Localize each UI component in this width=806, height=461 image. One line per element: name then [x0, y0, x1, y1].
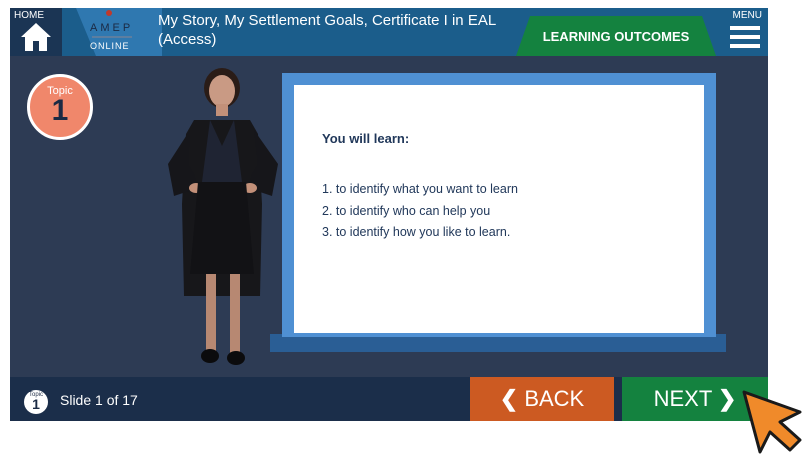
next-label: NEXT — [653, 386, 712, 411]
board-heading: You will learn: — [322, 131, 410, 146]
learning-item: 1. to identify what you want to learn — [322, 182, 518, 196]
topic-badge-number: 1 — [51, 94, 69, 127]
chevron-left-icon: ❮ — [499, 386, 519, 411]
chevron-right-icon: ❯ — [717, 386, 737, 411]
learning-list: 1. to identify what you want to learn 2.… — [322, 179, 518, 244]
back-button[interactable]: ❮ BACK — [470, 377, 614, 421]
learning-item: 3. to identify how you like to learn. — [322, 225, 511, 239]
learning-item: 2. to identify who can help you — [322, 203, 491, 218]
app-frame: HOME AMEP ONLINE My Story, My Settlement… — [10, 8, 768, 421]
home-button[interactable]: HOME — [10, 8, 62, 56]
home-icon — [21, 23, 51, 51]
home-label: HOME — [14, 10, 44, 21]
topic-badge: Topic 1 — [27, 74, 93, 140]
footer-bar: Topic 1 Slide 1 of 17 ❮ BACK NEXT ❯ — [10, 377, 768, 421]
learning-outcomes-tab[interactable]: LEARNING OUTCOMES — [516, 16, 716, 56]
menu-label: MENU — [732, 10, 762, 21]
menu-button[interactable]: MENU — [720, 8, 768, 56]
header-bar: HOME AMEP ONLINE My Story, My Settlement… — [10, 8, 768, 56]
slide-counter: Slide 1 of 17 — [60, 392, 138, 408]
back-label: BACK — [524, 386, 585, 411]
topic-mini-badge: Topic 1 — [24, 390, 48, 414]
presentation-board: You will learn: 1. to identify what you … — [282, 73, 716, 337]
logo-text-top: AMEP — [90, 22, 134, 34]
topic-mini-number: 1 — [32, 396, 40, 412]
page-title: My Story, My Settlement Goals, Certifica… — [158, 12, 496, 48]
logo-text-bottom: ONLINE — [90, 41, 130, 51]
board-content: You will learn: 1. to identify what you … — [294, 85, 704, 333]
menu-icon — [730, 26, 760, 50]
logo-dot — [106, 10, 112, 16]
logo-underline — [92, 36, 132, 38]
pointer-cursor-icon — [742, 390, 802, 454]
